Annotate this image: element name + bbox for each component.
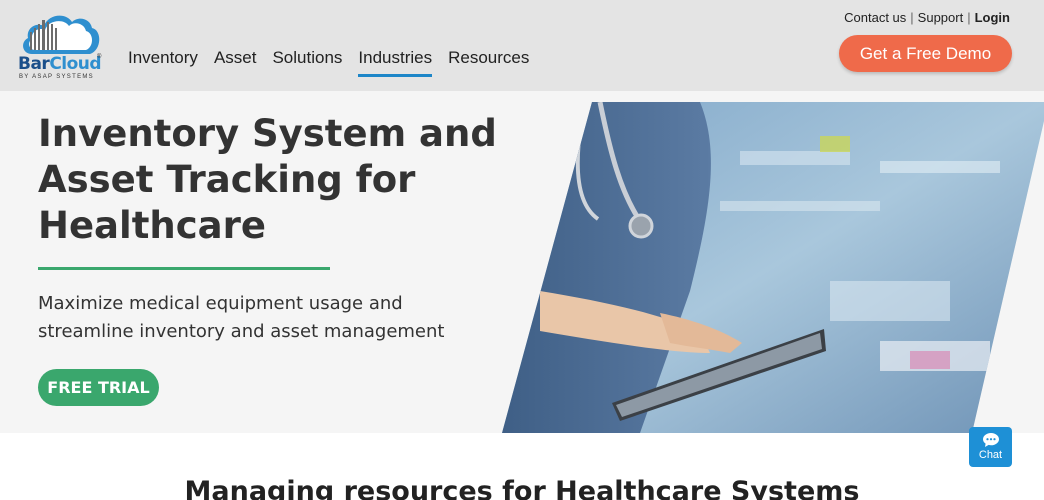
- barcloud-logo[interactable]: BarCloud ® BY ASAP SYSTEMS: [18, 10, 102, 80]
- chat-widget-button[interactable]: Chat: [969, 427, 1012, 467]
- registered-mark: ®: [97, 54, 102, 60]
- nav-item-inventory[interactable]: Inventory: [128, 48, 198, 77]
- nav-item-asset[interactable]: Asset: [214, 48, 257, 77]
- logo-tagline: BY ASAP SYSTEMS: [19, 74, 94, 80]
- top-utility-links: Contact us | Support | Login: [844, 10, 1010, 25]
- free-demo-button[interactable]: Get a Free Demo: [839, 35, 1012, 72]
- main-nav: Inventory Asset Solutions Industries Res…: [128, 48, 529, 77]
- hero-subtitle: Maximize medical equipment usage and str…: [38, 293, 445, 342]
- cloud-logo-icon: [23, 15, 100, 55]
- hero-divider: [38, 267, 330, 270]
- separator: |: [967, 10, 971, 25]
- separator: |: [910, 10, 914, 25]
- section-heading: Managing resources for Healthcare System…: [184, 476, 860, 500]
- hero-section: Inventory System and Asset Tracking for …: [0, 91, 1044, 433]
- logo-wordmark: BarCloud: [18, 54, 102, 74]
- chat-bubble-icon: [982, 433, 999, 447]
- contact-us-link[interactable]: Contact us: [844, 10, 906, 25]
- chat-label: Chat: [978, 449, 1003, 461]
- login-link[interactable]: Login: [975, 10, 1010, 25]
- nav-item-solutions[interactable]: Solutions: [272, 48, 342, 77]
- support-link[interactable]: Support: [918, 10, 964, 25]
- free-trial-button[interactable]: FREE TRIAL: [38, 369, 159, 406]
- site-header: BarCloud ® BY ASAP SYSTEMS Inventory Ass…: [0, 0, 1044, 91]
- nav-item-industries[interactable]: Industries: [358, 48, 433, 77]
- nav-item-resources[interactable]: Resources: [448, 48, 529, 77]
- hero-title: Inventory System and Asset Tracking for …: [38, 112, 497, 247]
